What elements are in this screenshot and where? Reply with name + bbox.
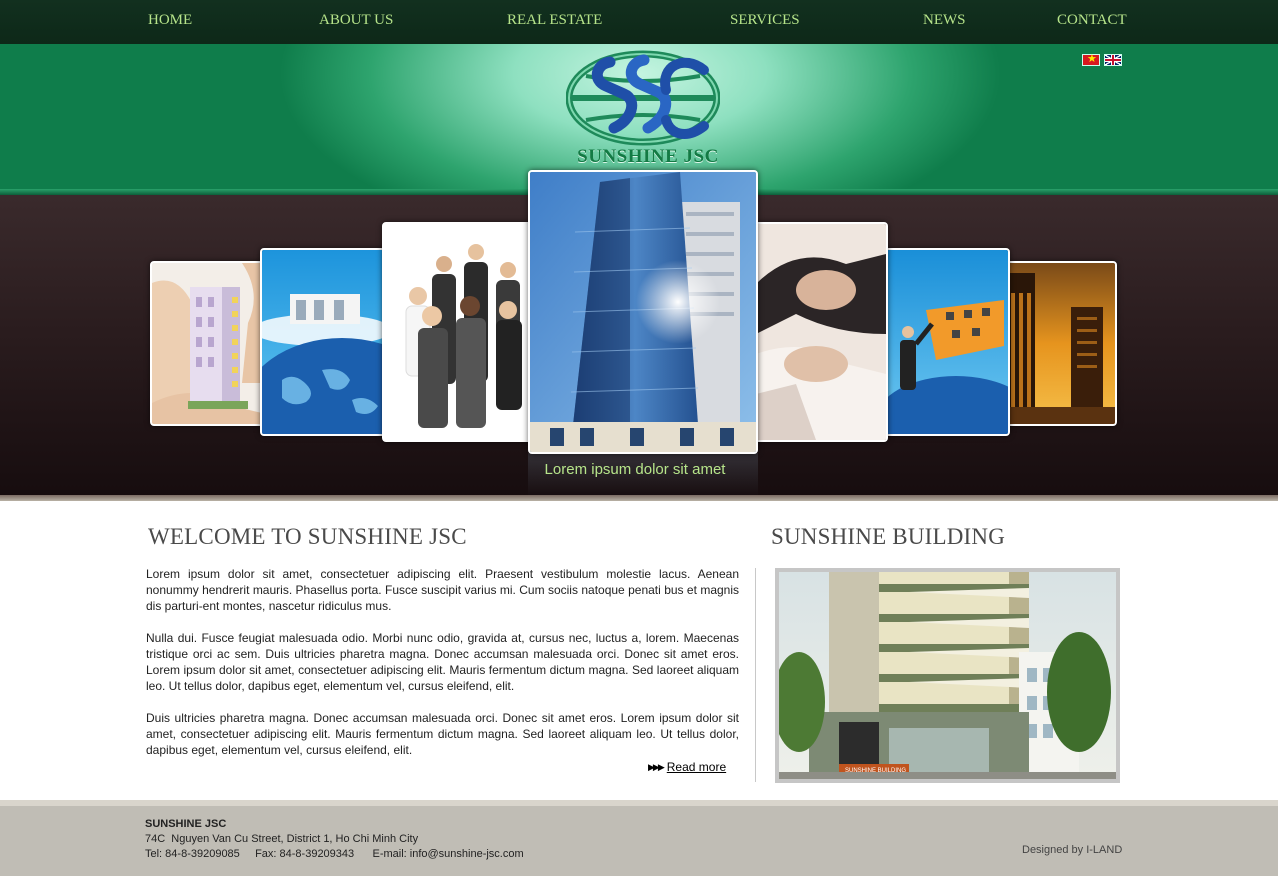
footer-credit[interactable]: Designed by I-LAND — [1022, 844, 1122, 856]
footer-company: SUNSHINE JSC — [145, 818, 227, 830]
globe-office-photo[interactable] — [260, 248, 386, 436]
welcome-title: WELCOME TO SUNSHINE JSC — [148, 524, 467, 549]
business-team-photo[interactable] — [382, 222, 532, 442]
glass-skyscraper-photo[interactable] — [528, 170, 758, 454]
welcome-paragraph: Duis ultricies pharetra magna. Donec acc… — [146, 711, 739, 757]
footer-contact: Tel: 84-8-39209085 Fax: 84-8-39209343 E-… — [145, 848, 524, 860]
nav-home[interactable]: HOME — [148, 12, 192, 29]
footer-address: 74C Nguyen Van Cu Street, District 1, Ho… — [145, 833, 419, 845]
image-carousel: Lorem ipsum dolor sit amet — [0, 170, 1278, 501]
sunshine-logo-icon[interactable] — [566, 50, 720, 146]
hands-holding-building-photo[interactable] — [150, 261, 264, 426]
english-flag-icon[interactable] — [1104, 54, 1122, 66]
footer: SUNSHINE JSC 74C Nguyen Van Cu Street, D… — [0, 806, 1278, 876]
vietnamese-flag-icon[interactable]: ★ — [1082, 53, 1100, 66]
top-navigation: HOME ABOUT US REAL ESTATE SERVICES NEWS … — [0, 0, 1278, 44]
sunshine-building-photo[interactable]: SUNSHINE BUILDING — [775, 568, 1120, 783]
sunset-towers-photo[interactable] — [1005, 261, 1117, 426]
welcome-paragraph: Nulla dui. Fusce feugiat malesuada odio.… — [146, 631, 739, 693]
nav-contact[interactable]: CONTACT — [1057, 12, 1127, 29]
nav-real-estate[interactable]: REAL ESTATE — [507, 12, 602, 29]
logo-text: SUNSHINE JSC — [577, 146, 719, 167]
read-more-link[interactable]: ▶▶▶ Read more — [648, 760, 726, 774]
content-divider — [755, 568, 756, 782]
triple-arrow-icon: ▶▶▶ — [648, 762, 665, 772]
read-more-label: Read more — [666, 760, 727, 774]
building-title: SUNSHINE BUILDING — [771, 524, 1006, 549]
carousel-caption: Lorem ipsum dolor sit amet — [544, 461, 726, 478]
welcome-paragraph: Lorem ipsum dolor sit amet, consectetuer… — [146, 567, 739, 613]
businessman-globe-photo[interactable] — [884, 248, 1010, 436]
nav-about-us[interactable]: ABOUT US — [319, 12, 393, 29]
nav-services[interactable]: SERVICES — [730, 12, 800, 29]
nav-news[interactable]: NEWS — [923, 12, 966, 29]
handshake-photo[interactable] — [754, 222, 888, 442]
